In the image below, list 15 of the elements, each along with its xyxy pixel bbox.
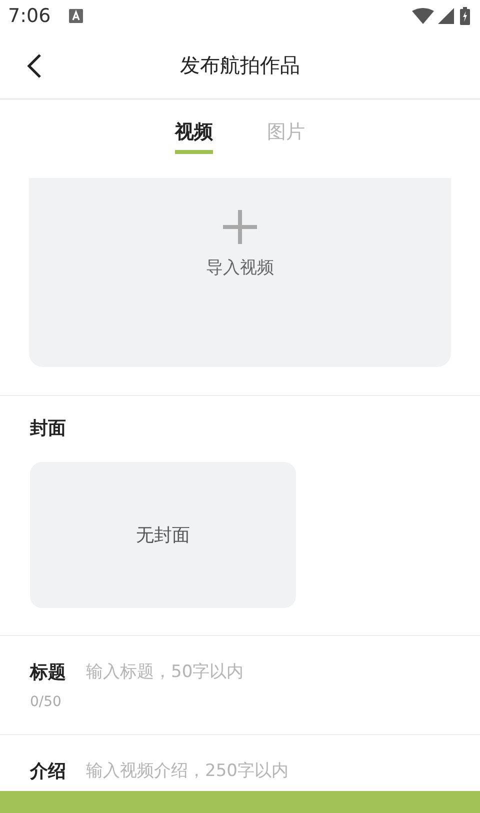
page-title: 发布航拍作品 (180, 52, 300, 78)
battery-icon (460, 7, 470, 25)
status-time: 7:06 (8, 5, 51, 27)
signal-icon (438, 8, 454, 24)
cover-placeholder[interactable]: 无封面 (30, 462, 296, 608)
tab[interactable]: 视频 (175, 100, 213, 154)
no-cover-text: 无封面 (136, 524, 190, 547)
import-video-button[interactable]: 导入视频 (29, 178, 451, 367)
wifi-icon (412, 8, 434, 24)
intro-label: 介绍 (30, 760, 66, 783)
title-label: 标题 (30, 661, 66, 684)
notification-icon (68, 9, 83, 23)
cover-heading: 封面 (30, 417, 67, 440)
plus-icon (221, 208, 259, 246)
character-counter: 0/50 (30, 694, 62, 710)
